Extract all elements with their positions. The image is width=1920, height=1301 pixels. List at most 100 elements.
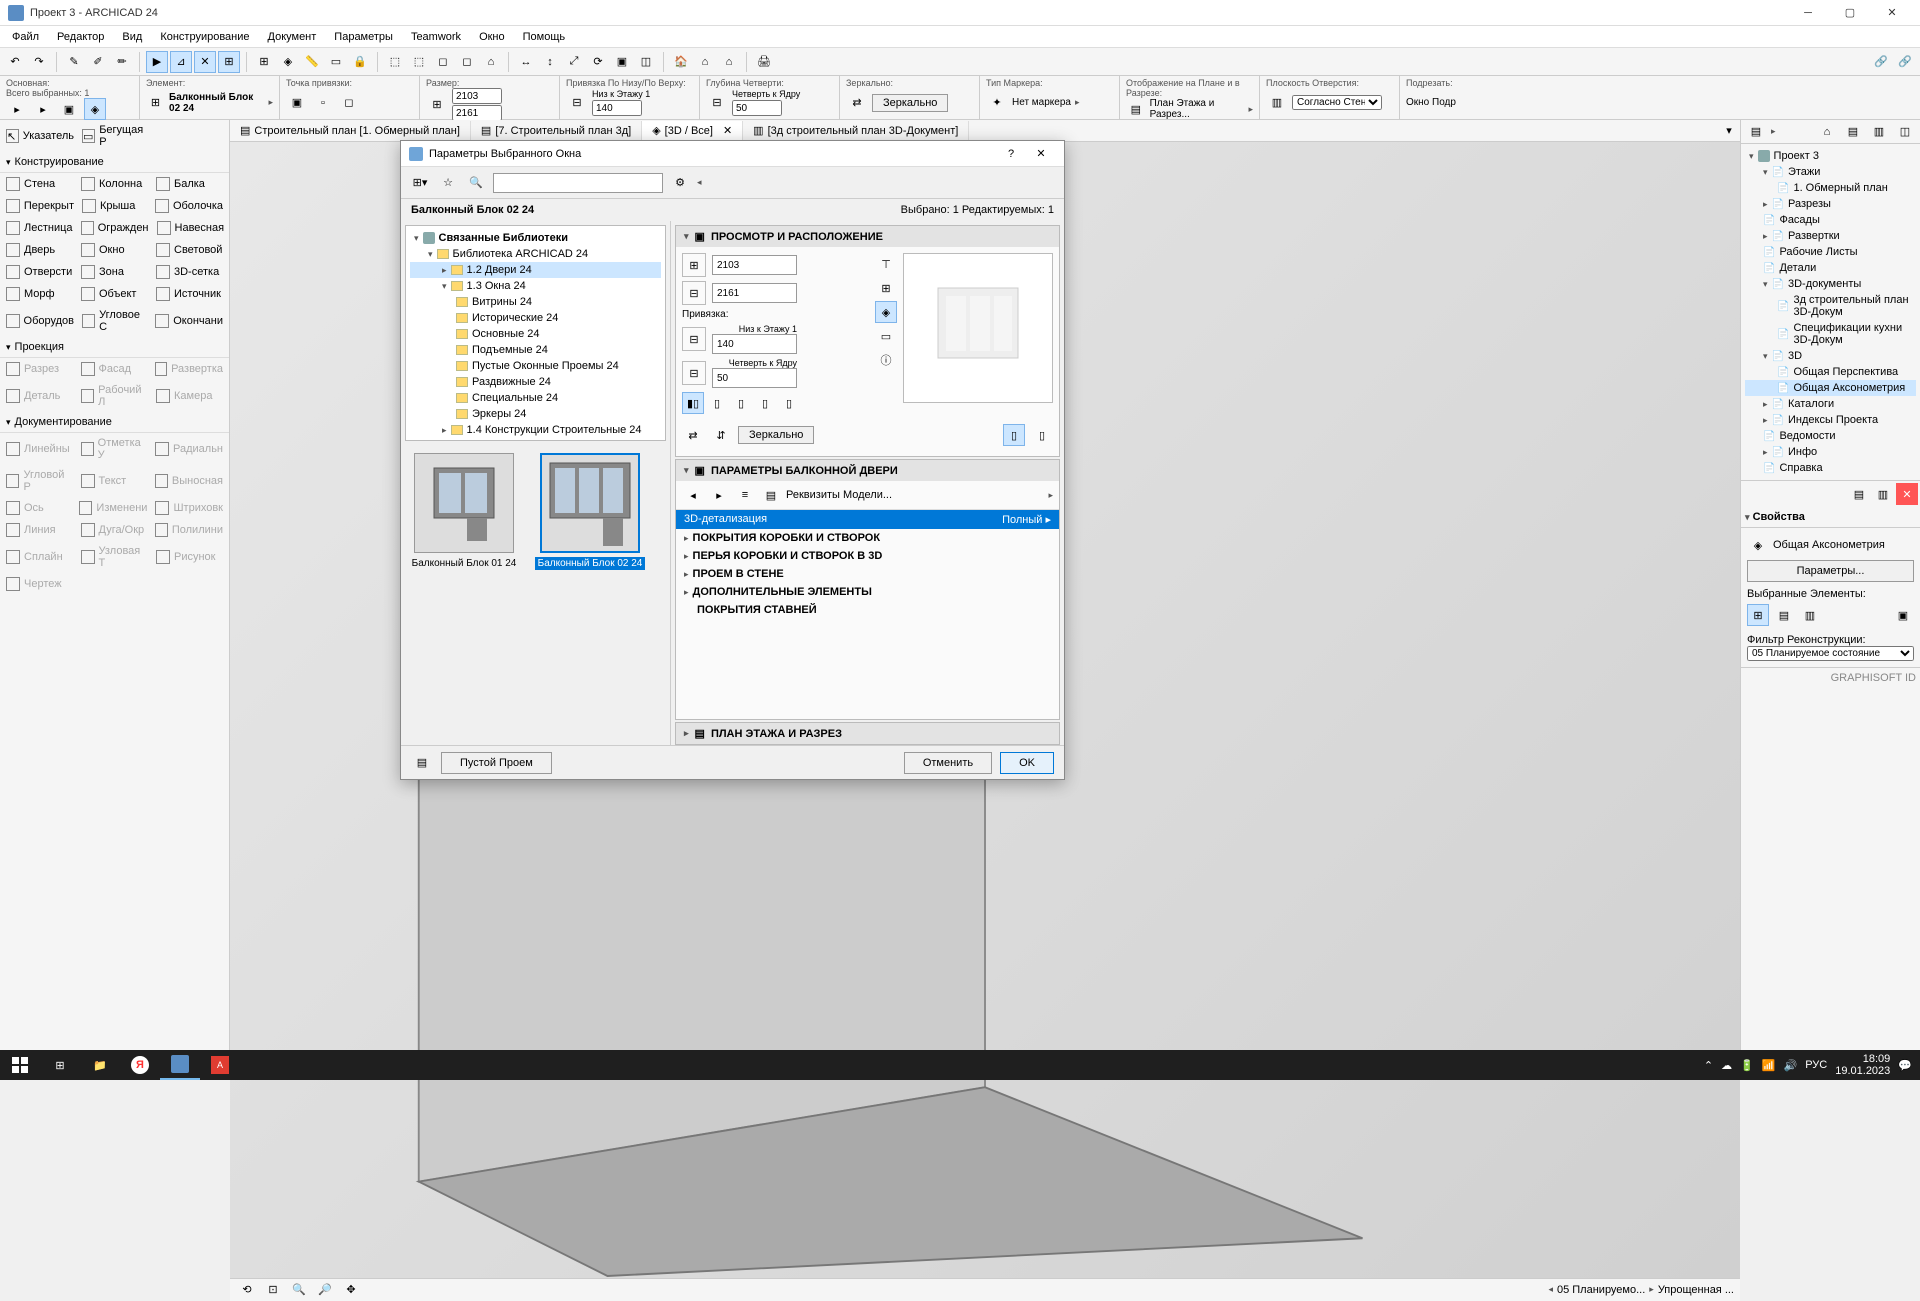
- lib-item[interactable]: Раздвижные 24: [410, 374, 661, 390]
- dlg-search-icon[interactable]: 🔍: [465, 172, 487, 194]
- lib-item[interactable]: Подъемные 24: [410, 342, 661, 358]
- tray-chevron-icon[interactable]: ⌃: [1704, 1059, 1713, 1072]
- plan-value[interactable]: План Этажа и Разрез...: [1150, 98, 1245, 120]
- tool-Оборудов[interactable]: Оборудов: [4, 307, 76, 335]
- nav-tab3-icon[interactable]: ▥: [1868, 121, 1890, 143]
- tool-Угловое С[interactable]: Угловое С: [80, 307, 149, 335]
- tool-Радиальн[interactable]: Радиальн: [153, 435, 225, 463]
- tool-Полилини[interactable]: Полилини: [153, 521, 225, 539]
- view-top-icon[interactable]: ⊤: [875, 253, 897, 275]
- tool-Камера[interactable]: Камера: [154, 382, 225, 410]
- tool-Источник[interactable]: Источник: [154, 285, 225, 303]
- nav-mode-icon[interactable]: ▤: [1745, 121, 1767, 143]
- prev-page-icon[interactable]: ◂: [682, 484, 704, 506]
- mode4-icon[interactable]: ⊞: [218, 51, 240, 73]
- h2-icon[interactable]: ⌂: [694, 51, 716, 73]
- nav-elevations[interactable]: 📄Фасады: [1745, 212, 1916, 228]
- marker-icon[interactable]: ✦: [986, 92, 1008, 114]
- tool-Зона[interactable]: Зона: [79, 263, 150, 281]
- props-page-icon[interactable]: ▤: [760, 484, 782, 506]
- design-section-header[interactable]: ▾Конструирование: [0, 152, 229, 173]
- snap-icon[interactable]: ◈: [277, 51, 299, 73]
- additional-row[interactable]: ▸ДОПОЛНИТЕЛЬНЫЕ ЭЛЕМЕНТЫ: [676, 583, 1059, 601]
- settings-icon[interactable]: ⚙: [669, 172, 691, 194]
- explorer-icon[interactable]: 📁: [80, 1050, 120, 1080]
- dlg-anchor-ref[interactable]: Низ к Этажу 1: [712, 324, 797, 334]
- dlg-width-input[interactable]: [712, 255, 797, 275]
- tool-Линия[interactable]: Линия: [4, 521, 75, 539]
- flip2-icon[interactable]: ▯: [706, 392, 728, 414]
- arrow-tool[interactable]: ↖Указатель: [4, 122, 76, 150]
- nav-3ddocs[interactable]: ▾📄3D-документы: [1745, 276, 1916, 292]
- lib-constr[interactable]: ▸1.4 Конструкции Строительные 24: [410, 422, 661, 438]
- view-side-icon[interactable]: ▭: [875, 325, 897, 347]
- rect-icon[interactable]: ▭: [325, 51, 347, 73]
- renovation-filter[interactable]: 05 Планируемо...: [1557, 1284, 1645, 1296]
- props-icon1[interactable]: ▤: [1848, 483, 1870, 505]
- model-props-label[interactable]: Реквизиты Модели...: [786, 489, 1044, 501]
- lock-icon[interactable]: 🔒: [349, 51, 371, 73]
- menu-help[interactable]: Помощь: [515, 29, 574, 45]
- thumb-1[interactable]: Балконный Блок 02 24: [535, 453, 645, 570]
- minimize-button[interactable]: ─: [1788, 1, 1828, 25]
- feathers-row[interactable]: ▸ПЕРЬЯ КОРОБКИ И СТВОРОК В 3D: [676, 547, 1059, 565]
- nav-floors[interactable]: ▾📄Этажи: [1745, 164, 1916, 180]
- start-button[interactable]: [0, 1050, 40, 1080]
- acc-balcony-header[interactable]: ▾▣ПАРАМЕТРЫ БАЛКОННОЙ ДВЕРИ: [676, 460, 1059, 481]
- tool-Угловой Р[interactable]: Угловой Р: [4, 467, 75, 495]
- tool-Колонна[interactable]: Колонна: [79, 175, 150, 193]
- nav-indexes[interactable]: ▸📄Индексы Проекта: [1745, 412, 1916, 428]
- tool-Стена[interactable]: Стена: [4, 175, 75, 193]
- link2-icon[interactable]: 🔗: [1894, 51, 1916, 73]
- plan-icon[interactable]: ▤: [1126, 98, 1146, 120]
- menu-file[interactable]: Файл: [4, 29, 47, 45]
- flip1-icon[interactable]: ▮▯: [682, 392, 704, 414]
- nav-3ddoc1[interactable]: 📄3д строительный план 3D-Докум: [1745, 292, 1916, 320]
- ruler-icon[interactable]: 📏: [301, 51, 323, 73]
- tab-0[interactable]: ▤Строительный план [1. Обмерный план]: [230, 121, 471, 140]
- tool-Фасад[interactable]: Фасад: [79, 360, 150, 378]
- t2-icon[interactable]: ⬚: [408, 51, 430, 73]
- zoomin-icon[interactable]: 🔍: [288, 1279, 310, 1301]
- dlg-reveal-input[interactable]: [712, 368, 797, 388]
- menu-edit[interactable]: Редактор: [49, 29, 112, 45]
- m1-icon[interactable]: ↔: [515, 51, 537, 73]
- tray-lang[interactable]: РУС: [1805, 1059, 1827, 1071]
- element-chevron-icon[interactable]: ▸: [268, 97, 273, 108]
- yandex-icon[interactable]: Я: [120, 1050, 160, 1080]
- tool-3D-сетка[interactable]: 3D-сетка: [154, 263, 225, 281]
- nav-details[interactable]: 📄Детали: [1745, 260, 1916, 276]
- archicad-task-icon[interactable]: [160, 1050, 200, 1080]
- params-button[interactable]: Параметры...: [1747, 560, 1914, 582]
- lib-bimcloud[interactable]: Библиотеки BIMcloud: [410, 438, 661, 441]
- anchor-ref[interactable]: Низ к Этажу 1: [592, 89, 650, 99]
- tool-Отметка У[interactable]: Отметка У: [79, 435, 150, 463]
- tab-overflow-icon[interactable]: ▾: [1718, 120, 1740, 142]
- tool-Объект[interactable]: Объект: [79, 285, 150, 303]
- view-grid-icon[interactable]: ⊞: [875, 277, 897, 299]
- dlg-mirror-button[interactable]: Зеркально: [738, 426, 814, 444]
- nav-help[interactable]: 📄Справка: [1745, 460, 1916, 476]
- tool-Балка[interactable]: Балка: [154, 175, 225, 193]
- t5-icon[interactable]: ⌂: [480, 51, 502, 73]
- nav-tab4-icon[interactable]: ◫: [1894, 121, 1916, 143]
- link1-icon[interactable]: 🔗: [1870, 51, 1892, 73]
- next-page-icon[interactable]: ▸: [708, 484, 730, 506]
- element-icon[interactable]: ⊞: [146, 92, 165, 114]
- menu-options[interactable]: Параметры: [326, 29, 401, 45]
- mirror-h-icon[interactable]: ⇄: [682, 424, 704, 446]
- layer-icon[interactable]: ▤: [411, 752, 433, 774]
- nav-interior[interactable]: ▸📄Развертки: [1745, 228, 1916, 244]
- favorite-icon[interactable]: ☆: [437, 172, 459, 194]
- m4-icon[interactable]: ⟳: [587, 51, 609, 73]
- nav-worksheets[interactable]: 📄Рабочие Листы: [1745, 244, 1916, 260]
- dlg-anchor-input[interactable]: [712, 334, 797, 354]
- orbit-icon[interactable]: ⟲: [236, 1279, 258, 1301]
- reveal-ref[interactable]: Четверть к Ядру: [732, 89, 800, 99]
- tool-Навесная[interactable]: Навесная: [155, 219, 227, 237]
- anchor-value-input[interactable]: [592, 100, 642, 116]
- lib-item[interactable]: Исторические 24: [410, 310, 661, 326]
- undo-icon[interactable]: ↶: [4, 51, 26, 73]
- tool-Узловая Т[interactable]: Узловая Т: [79, 543, 150, 571]
- tab-close-icon[interactable]: ✕: [723, 124, 732, 137]
